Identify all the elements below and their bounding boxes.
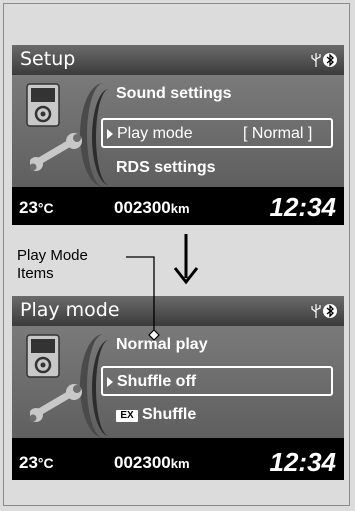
setup-screen: Setup Sound settings Play mode [Normal …	[12, 45, 344, 225]
selected-item-label: Shuffle off	[117, 373, 197, 390]
bluetooth-icon	[323, 304, 337, 318]
audio-device-icon	[26, 83, 60, 127]
callout-label-line1: Play Mode	[17, 247, 88, 264]
title-bar: Setup	[12, 45, 344, 76]
callout-label: Play Mode Items	[17, 247, 88, 283]
wrench-icon	[30, 384, 82, 422]
selected-item-value: [ Normal ]	[243, 125, 313, 142]
menu-item-sound-settings[interactable]: Sound settings	[116, 85, 232, 103]
bluetooth-icon	[323, 53, 337, 67]
status-bar: 23°C 002300km 12:34	[12, 444, 344, 480]
screen-title: Setup	[20, 48, 76, 70]
status-icons	[311, 53, 337, 67]
selected-item-play-mode[interactable]: Play mode [ Normal ]	[101, 118, 333, 148]
clock: 12:34	[269, 447, 337, 477]
arrow-down-icon	[173, 234, 199, 285]
selected-item-label: Play mode	[117, 125, 193, 142]
temperature-readout: 23°C	[19, 453, 54, 472]
callout-label-line2: Items	[17, 265, 54, 282]
menu-panel: Normal play Shuffle off EX Shuffle	[12, 326, 344, 438]
menu-item-shuffle-label: Shuffle	[142, 406, 197, 423]
odometer-readout: 002300km	[114, 453, 190, 472]
usb-icon	[311, 53, 321, 67]
usb-icon	[311, 304, 321, 318]
screen-title: Play mode	[20, 299, 120, 321]
menu-panel: Sound settings Play mode [ Normal ] RDS …	[12, 75, 344, 187]
status-icons	[311, 304, 337, 318]
play-mode-screen: Play mode Normal play Shuffle off EX Shu…	[12, 296, 344, 480]
menu-item-shuffle[interactable]: EX Shuffle	[116, 406, 196, 424]
title-bar: Play mode	[12, 296, 344, 327]
selected-item-shuffle-off[interactable]: Shuffle off	[101, 366, 333, 396]
wrench-icon	[30, 133, 82, 171]
status-bar: 23°C 002300km 12:34	[12, 189, 344, 225]
menu-item-normal-play[interactable]: Normal play	[116, 336, 208, 354]
menu-item-rds-settings[interactable]: RDS settings	[116, 159, 216, 177]
clock: 12:34	[269, 192, 337, 222]
odometer-readout: 002300km	[114, 198, 190, 217]
selection-arrow-icon	[107, 377, 113, 387]
temperature-readout: 23°C	[19, 198, 54, 217]
shuffle-icon: EX	[116, 410, 138, 422]
audio-device-icon	[26, 334, 60, 378]
selection-arrow-icon	[107, 129, 113, 139]
